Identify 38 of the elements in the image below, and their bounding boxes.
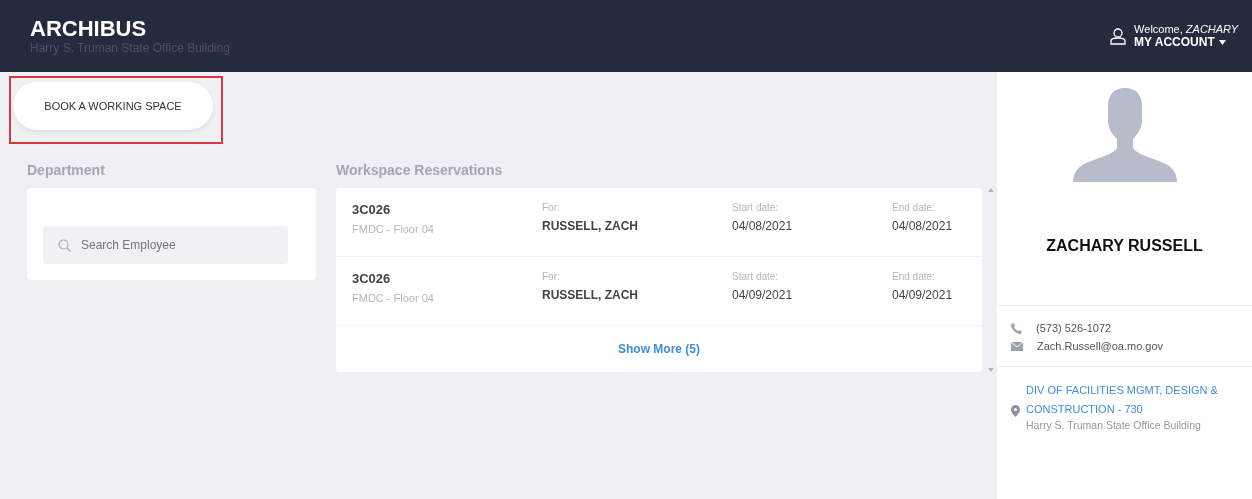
department-link[interactable]: DIV OF FACILITIES MGMT, DESIGN & — [1026, 381, 1218, 400]
room-code: 3C026 — [352, 271, 392, 286]
department-link[interactable]: CONSTRUCTION - 730 — [1026, 400, 1218, 419]
phone-number: (573) 526-1072 — [1036, 322, 1112, 334]
search-field[interactable]: Search Employee — [43, 226, 288, 264]
section-title: Workspace Reservations — [336, 162, 504, 180]
user-icon — [1110, 27, 1127, 45]
reserved-for: RUSSELL, ZACH — [542, 288, 639, 302]
reserved-for: RUSSELL, ZACH — [542, 219, 639, 233]
profile-name: ZACHARY RUSSELL — [997, 237, 1252, 306]
my-account-menu[interactable]: MY ACCOUNT — [1134, 35, 1226, 49]
location-text: FMDC - Floor 04 — [352, 292, 435, 304]
scroll-up-icon[interactable] — [988, 188, 994, 192]
phone-icon — [1011, 322, 1022, 334]
email-address: Zach.Russell@oa.mo.gov — [1037, 340, 1164, 352]
end-date: 04/08/2021 — [892, 219, 954, 233]
caret-icon — [1218, 39, 1226, 45]
welcome-text: Welcome, ZACHARY — [1134, 23, 1238, 35]
book-space-button[interactable]: BOOK A WORKING SPACE — [13, 82, 213, 130]
scroll-down-icon[interactable] — [988, 368, 994, 372]
mail-icon — [1011, 341, 1023, 351]
show-more-link[interactable]: Show More (5) — [618, 342, 700, 356]
field-label: For: — [542, 202, 561, 213]
end-date: 04/09/2021 — [892, 288, 954, 302]
field-label: End date: — [892, 271, 936, 282]
location-text: FMDC - Floor 04 — [352, 223, 435, 235]
section-title: Department — [27, 162, 106, 180]
building-address: Harry S. Truman State Office Building — [1026, 419, 1202, 431]
field-label: End date: — [892, 202, 936, 213]
logo: ARCHIBUS — [30, 16, 148, 42]
field-label: Start date: — [732, 271, 780, 282]
room-code: 3C026 — [352, 202, 392, 217]
location-pin-icon — [1011, 405, 1020, 417]
field-label: For: — [542, 271, 561, 282]
start-date: 04/09/2021 — [732, 288, 794, 302]
field-label: Start date: — [732, 202, 780, 213]
search-icon — [58, 239, 71, 252]
start-date: 04/08/2021 — [732, 219, 794, 233]
